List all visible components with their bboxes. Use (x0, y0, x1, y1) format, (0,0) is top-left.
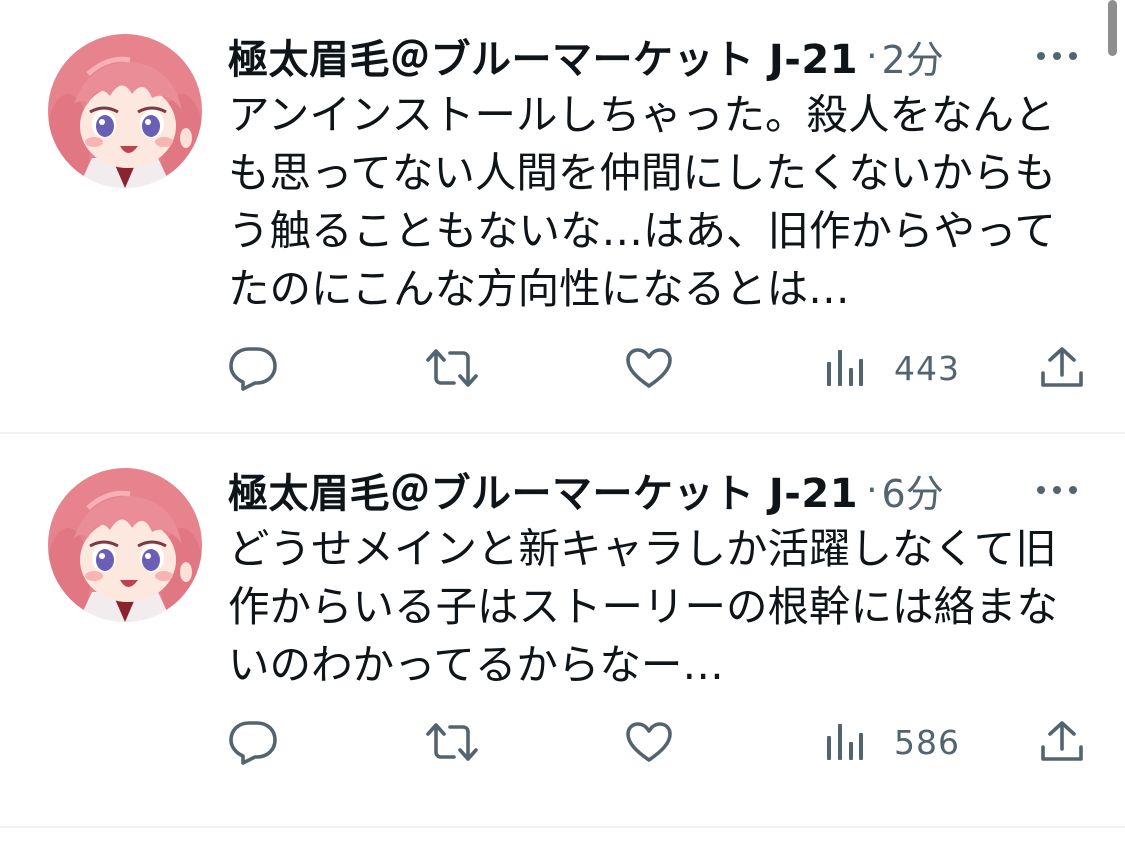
reply-button[interactable] (228, 712, 278, 772)
like-icon (626, 722, 672, 762)
like-button[interactable] (624, 712, 674, 772)
share-button[interactable] (1038, 338, 1086, 398)
reply-icon (229, 347, 277, 391)
scrollbar[interactable] (1108, 0, 1117, 56)
more-icon[interactable] (1033, 42, 1081, 70)
avatar-image (48, 468, 202, 622)
more-icon[interactable] (1033, 476, 1081, 504)
like-icon (626, 348, 672, 388)
share-button[interactable] (1038, 712, 1086, 772)
avatar[interactable] (48, 34, 202, 188)
meta-separator: · (866, 35, 878, 77)
retweet-icon (426, 723, 478, 761)
avatar-image (48, 34, 202, 188)
avatar[interactable] (48, 468, 202, 622)
share-icon (1041, 721, 1083, 761)
tweet[interactable]: 極太眉毛＠ブルーマーケット J-21 · 2分 アンインストールしちゃった。殺人… (0, 0, 1125, 432)
views-icon (827, 350, 863, 386)
tweet[interactable]: 極太眉毛＠ブルーマーケット J-21 · 6分 どうせメインと新キャラしか活躍し… (0, 434, 1125, 826)
reply-button[interactable] (228, 338, 278, 398)
like-button[interactable] (624, 338, 674, 398)
views-count: 586 (894, 722, 960, 762)
meta-separator: · (866, 469, 878, 511)
tweet-header: 極太眉毛＠ブルーマーケット J-21 · 6分 (228, 462, 1108, 518)
reply-icon (229, 721, 277, 765)
share-icon (1041, 347, 1083, 387)
tweet-header: 極太眉毛＠ブルーマーケット J-21 · 2分 (228, 28, 1108, 84)
tweet-text: アンインストールしちゃった。殺人をなんとも思ってない人間を仲間にしたくないからも… (228, 90, 1056, 313)
timestamp[interactable]: 6分 (882, 463, 944, 518)
timestamp[interactable]: 2分 (882, 29, 944, 84)
views-button[interactable]: 443 (824, 338, 960, 398)
display-name[interactable]: 極太眉毛＠ブルーマーケット J-21 (228, 27, 858, 85)
views-button[interactable]: 586 (824, 712, 960, 772)
views-count: 443 (894, 348, 960, 388)
retweet-button[interactable] (424, 712, 480, 772)
action-bar: 586 (0, 712, 1125, 772)
divider (0, 826, 1125, 828)
retweet-icon (426, 349, 478, 387)
display-name[interactable]: 極太眉毛＠ブルーマーケット J-21 (228, 461, 858, 519)
views-icon (827, 724, 863, 760)
tweet-text: どうせメインと新キャラしか活躍しなくて旧作からいる子はストーリーの根幹には絡まな… (228, 524, 1059, 689)
retweet-button[interactable] (424, 338, 480, 398)
action-bar: 443 (0, 338, 1125, 398)
